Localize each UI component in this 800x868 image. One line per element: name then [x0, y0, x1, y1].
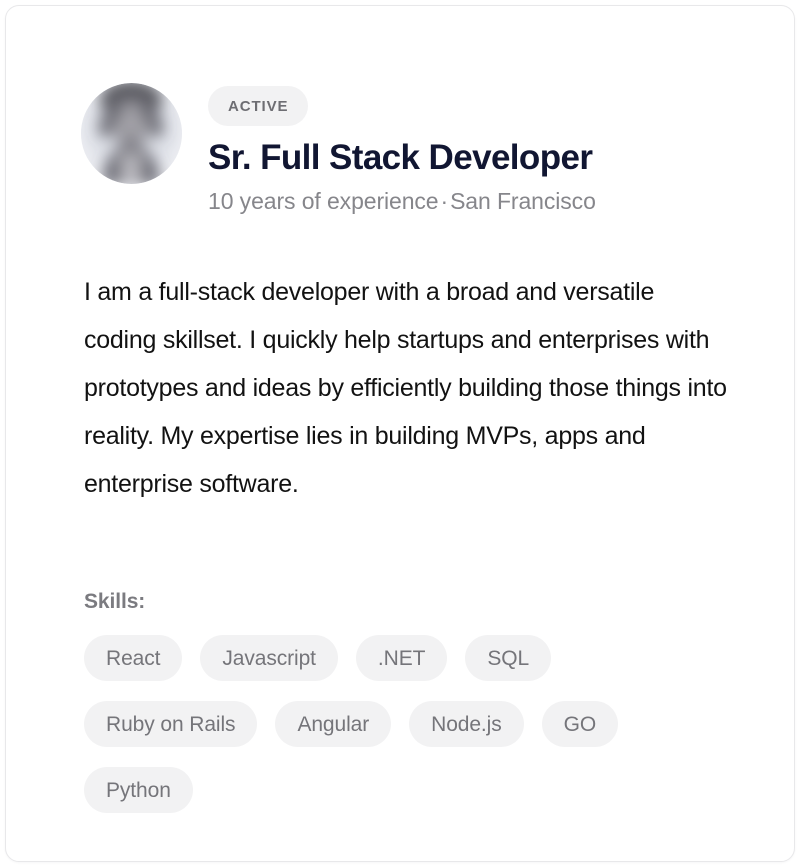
skills-section: Skills: React Javascript .NET SQL Ruby o… [84, 589, 744, 813]
bio-text: I am a full-stack developer with a broad… [84, 278, 727, 498]
status-badge: ACTIVE [208, 86, 309, 126]
skills-label: Skills: [84, 590, 146, 613]
card-header: ACTIVE Sr. Full Stack Developer 10 years… [6, 6, 794, 236]
skill-tag[interactable]: Angular [275, 701, 392, 747]
skill-tag[interactable]: .NET [355, 635, 448, 681]
page-title: Sr. Full Stack Developer [208, 138, 593, 177]
skill-tag[interactable]: Ruby on Rails [84, 701, 258, 747]
avatar [81, 83, 182, 184]
skill-tag[interactable]: GO [541, 701, 619, 747]
location-text: San Francisco [450, 188, 596, 214]
skill-tag[interactable]: SQL [465, 635, 552, 681]
skill-tag[interactable]: Node.js [409, 701, 524, 747]
profile-meta: 10 years of experience·San Francisco [208, 187, 768, 216]
skill-tag-list: React Javascript .NET SQL Ruby on Rails … [84, 635, 734, 813]
skill-tag[interactable]: Python [84, 767, 193, 813]
experience-text: 10 years of experience [208, 188, 439, 214]
skill-tag[interactable]: Javascript [200, 635, 338, 681]
profile-card: ACTIVE Sr. Full Stack Developer 10 years… [5, 5, 795, 862]
meta-separator: · [440, 188, 449, 214]
header-text-block: ACTIVE Sr. Full Stack Developer 10 years… [208, 86, 768, 216]
skill-tag[interactable]: React [84, 635, 183, 681]
avatar-photo-icon [81, 83, 182, 184]
